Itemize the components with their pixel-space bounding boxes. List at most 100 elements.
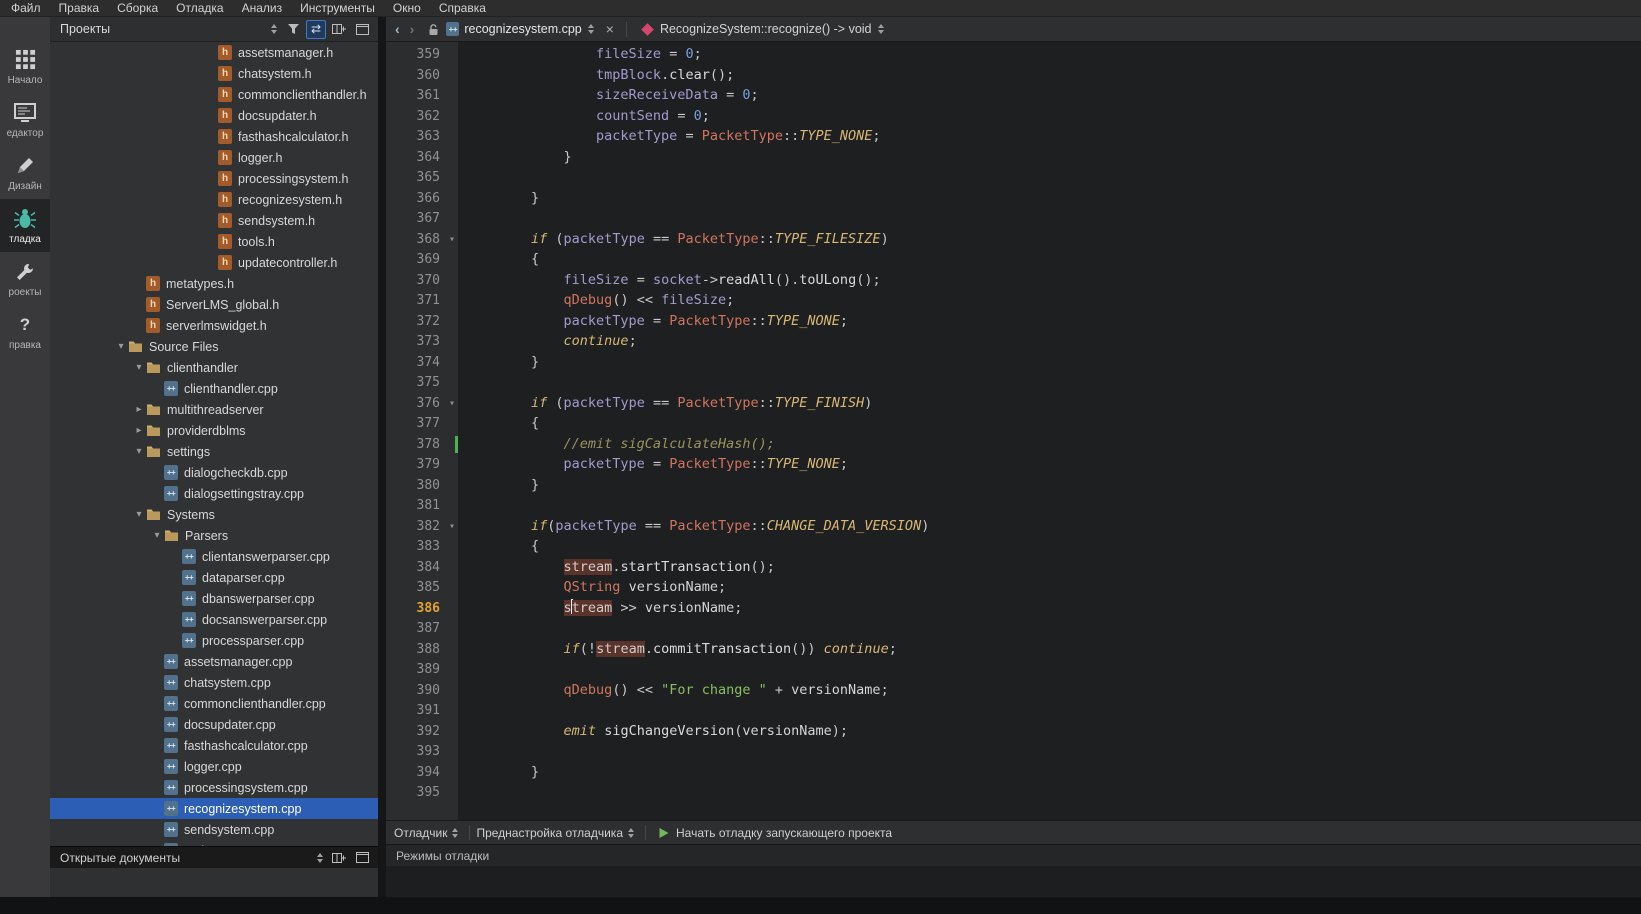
- projects-pane-combo[interactable]: Проекты: [60, 17, 283, 41]
- menu-item[interactable]: Инструменты: [291, 0, 384, 16]
- line-number[interactable]: 378: [417, 437, 440, 452]
- tree-item[interactable]: hServerLMS_global.h: [50, 294, 378, 315]
- menu-item[interactable]: Справка: [430, 0, 495, 16]
- document-dropdown-icon[interactable]: [588, 24, 594, 34]
- tree-item[interactable]: htools.h: [50, 231, 378, 252]
- line-number[interactable]: 360: [417, 68, 440, 83]
- code-line[interactable]: countSend = 0;: [458, 106, 1641, 127]
- code-line[interactable]: }: [458, 475, 1641, 496]
- fold-icon[interactable]: ▾: [449, 394, 455, 415]
- code-line[interactable]: }: [458, 352, 1641, 373]
- code-line[interactable]: [458, 372, 1641, 393]
- tree-item[interactable]: hprocessingsystem.h: [50, 168, 378, 189]
- code-line[interactable]: if (packetType == PacketType::TYPE_FILES…: [458, 229, 1641, 250]
- tree-item[interactable]: hfasthashcalculator.h: [50, 126, 378, 147]
- line-number[interactable]: 375: [417, 375, 440, 390]
- line-number[interactable]: 359: [417, 47, 440, 62]
- tree-item[interactable]: ▾Systems: [50, 504, 378, 525]
- line-number[interactable]: 380: [417, 478, 440, 493]
- line-number[interactable]: 365: [417, 170, 440, 185]
- start-debug-button[interactable]: Начать отладку запускающего проекта: [652, 826, 898, 840]
- code-line[interactable]: {: [458, 249, 1641, 270]
- fold-icon[interactable]: ▾: [449, 230, 455, 251]
- split-icon[interactable]: [329, 20, 349, 39]
- code-line[interactable]: }: [458, 762, 1641, 783]
- code-line[interactable]: }: [458, 147, 1641, 168]
- mode-item-help[interactable]: ?правка: [0, 305, 50, 358]
- line-number[interactable]: 379: [417, 457, 440, 472]
- tree-item[interactable]: ++dbanswerparser.cpp: [50, 588, 378, 609]
- tree-item[interactable]: hassetsmanager.h: [50, 42, 378, 63]
- tree-item[interactable]: hmetatypes.h: [50, 273, 378, 294]
- mode-item-debug[interactable]: тладка: [0, 199, 50, 252]
- code-line[interactable]: [458, 700, 1641, 721]
- code-line[interactable]: sizeReceiveData = 0;: [458, 85, 1641, 106]
- line-number[interactable]: 371: [417, 293, 440, 308]
- expand-arrow-icon[interactable]: ▾: [150, 530, 164, 541]
- line-number[interactable]: 366: [417, 191, 440, 206]
- tab-close-icon[interactable]: ×: [600, 21, 620, 37]
- back-icon[interactable]: ‹: [390, 21, 405, 37]
- code-line[interactable]: [458, 741, 1641, 762]
- code-line[interactable]: if(packetType == PacketType::CHANGE_DATA…: [458, 516, 1641, 537]
- tree-item[interactable]: ++dialogsettingstray.cpp: [50, 483, 378, 504]
- filter-icon[interactable]: [283, 20, 303, 39]
- tree-item[interactable]: ++commonclienthandler.cpp: [50, 693, 378, 714]
- symbol-dropdown-icon[interactable]: [878, 24, 884, 34]
- split-icon[interactable]: [329, 848, 349, 867]
- line-number[interactable]: 370: [417, 273, 440, 288]
- tab-label[interactable]: recognizesystem.cpp: [464, 22, 581, 36]
- tree-item[interactable]: ++assetsmanager.cpp: [50, 651, 378, 672]
- line-number[interactable]: 369: [417, 252, 440, 267]
- tree-item[interactable]: ++processparser.cpp: [50, 630, 378, 651]
- line-number[interactable]: 395: [417, 785, 440, 800]
- mode-item-edit[interactable]: едактор: [0, 93, 50, 146]
- line-number[interactable]: 361: [417, 88, 440, 103]
- panel-splitter[interactable]: [379, 17, 386, 897]
- expand-arrow-icon[interactable]: ▾: [114, 341, 128, 352]
- line-number[interactable]: 382: [417, 519, 440, 534]
- code-line[interactable]: qDebug() << "For change " + versionName;: [458, 680, 1641, 701]
- open-documents-combo[interactable]: Открытые документы: [60, 847, 329, 868]
- tree-item[interactable]: ++dialogcheckdb.cpp: [50, 462, 378, 483]
- tree-item[interactable]: ++recognizesystem.cpp: [50, 798, 378, 819]
- code-line[interactable]: stream.startTransaction();: [458, 557, 1641, 578]
- tree-item[interactable]: ++dataparser.cpp: [50, 567, 378, 588]
- code-line[interactable]: packetType = PacketType::TYPE_NONE;: [458, 126, 1641, 147]
- code-line[interactable]: [458, 782, 1641, 803]
- code-line[interactable]: //emit sigCalculateHash();: [458, 434, 1641, 455]
- tree-item[interactable]: hlogger.h: [50, 147, 378, 168]
- tree-item[interactable]: hrecognizesystem.h: [50, 189, 378, 210]
- expand-arrow-icon[interactable]: ▸: [132, 404, 146, 415]
- float-window-icon[interactable]: [352, 20, 372, 39]
- line-number[interactable]: 394: [417, 765, 440, 780]
- forward-icon[interactable]: ›: [405, 21, 420, 37]
- line-number[interactable]: 386: [417, 601, 440, 616]
- tree-item[interactable]: ++sendsystem.cpp: [50, 819, 378, 840]
- tree-item[interactable]: hchatsystem.h: [50, 63, 378, 84]
- code-line[interactable]: tmpBlock.clear();: [458, 65, 1641, 86]
- line-number[interactable]: 384: [417, 560, 440, 575]
- debugger-combo[interactable]: Отладчик: [394, 821, 463, 844]
- tree-item[interactable]: ++clienthandler.cpp: [50, 378, 378, 399]
- code-line[interactable]: {: [458, 413, 1641, 434]
- code-editor[interactable]: 359fileSize = 0;360tmpBlock.clear();361s…: [386, 42, 1641, 820]
- tree-item[interactable]: hupdatecontroller.h: [50, 252, 378, 273]
- code-line[interactable]: qDebug() << fileSize;: [458, 290, 1641, 311]
- line-number[interactable]: 390: [417, 683, 440, 698]
- code-line[interactable]: packetType = PacketType::TYPE_NONE;: [458, 454, 1641, 475]
- tree-item[interactable]: ++logger.cpp: [50, 756, 378, 777]
- code-line[interactable]: emit sigChangeVersion(versionName);: [458, 721, 1641, 742]
- line-number[interactable]: 385: [417, 580, 440, 595]
- line-number[interactable]: 373: [417, 334, 440, 349]
- line-number[interactable]: 392: [417, 724, 440, 739]
- line-number[interactable]: 389: [417, 662, 440, 677]
- code-line[interactable]: stream >> versionName;: [458, 598, 1641, 619]
- line-number[interactable]: 376: [417, 396, 440, 411]
- tree-item[interactable]: ++docsupdater.cpp: [50, 714, 378, 735]
- line-number[interactable]: 381: [417, 498, 440, 513]
- code-line[interactable]: if(!stream.commitTransaction()) continue…: [458, 639, 1641, 660]
- symbol-selector[interactable]: RecognizeSystem::recognize() -> void: [660, 22, 872, 36]
- line-number[interactable]: 387: [417, 621, 440, 636]
- code-line[interactable]: {: [458, 536, 1641, 557]
